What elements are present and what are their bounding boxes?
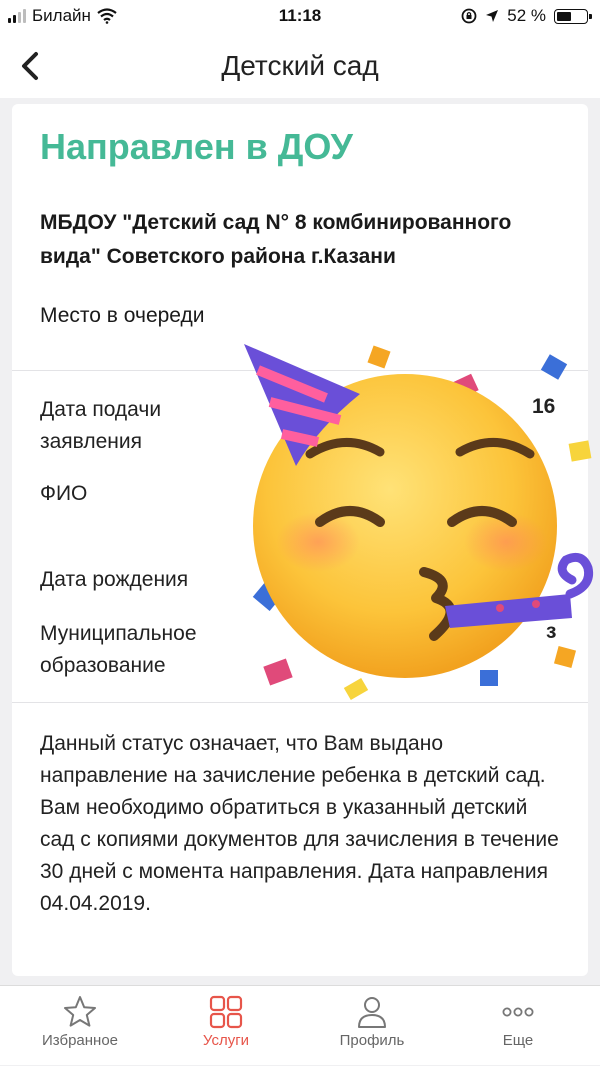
- status-description: Данный статус означает, что Вам выдано н…: [40, 732, 559, 915]
- queue-position-label: Место в очереди: [40, 304, 205, 327]
- tab-services[interactable]: Услуги: [166, 986, 286, 1066]
- field-label-municipality: Муниципальное образование: [40, 622, 197, 677]
- tab-profile-label: Профиль: [339, 1032, 405, 1049]
- battery-icon: [554, 8, 592, 24]
- bottom-tab-bar: Избранное Услуги Профиль Еще: [0, 985, 600, 1065]
- battery-percent: 52 %: [507, 6, 546, 25]
- more-icon: [502, 1007, 534, 1017]
- tab-profile[interactable]: Профиль: [312, 986, 432, 1066]
- rotation-lock-icon: [461, 8, 477, 24]
- tab-more-label: Еще: [502, 1032, 534, 1049]
- tab-services-label: Услуги: [202, 1032, 250, 1049]
- tab-favorites[interactable]: Избранное: [20, 986, 140, 1066]
- kindergarten-name: МБДОУ "Детский сад N° 8 комбинированного…: [40, 211, 512, 268]
- status-title: Направлен в ДОУ: [40, 126, 353, 167]
- status-right: 52 %: [461, 6, 592, 26]
- tab-more[interactable]: Еще: [458, 986, 578, 1066]
- status-bar: Билайн 11:18 52 %: [0, 0, 600, 34]
- grid-icon: [209, 995, 243, 1029]
- star-icon: [64, 996, 96, 1027]
- field-label-full-name: ФИО: [40, 482, 88, 505]
- person-icon: [358, 997, 386, 1028]
- page-title: Детский сад: [221, 50, 379, 81]
- nav-bar: Детский сад: [0, 34, 600, 98]
- tab-favorites-label: Избранное: [41, 1032, 119, 1049]
- partying-face-emoji: [244, 344, 594, 701]
- field-label-birth-date: Дата рождения: [40, 568, 189, 591]
- location-icon: [486, 10, 499, 22]
- field-label-submission-date: Дата подачи заявления: [40, 398, 162, 453]
